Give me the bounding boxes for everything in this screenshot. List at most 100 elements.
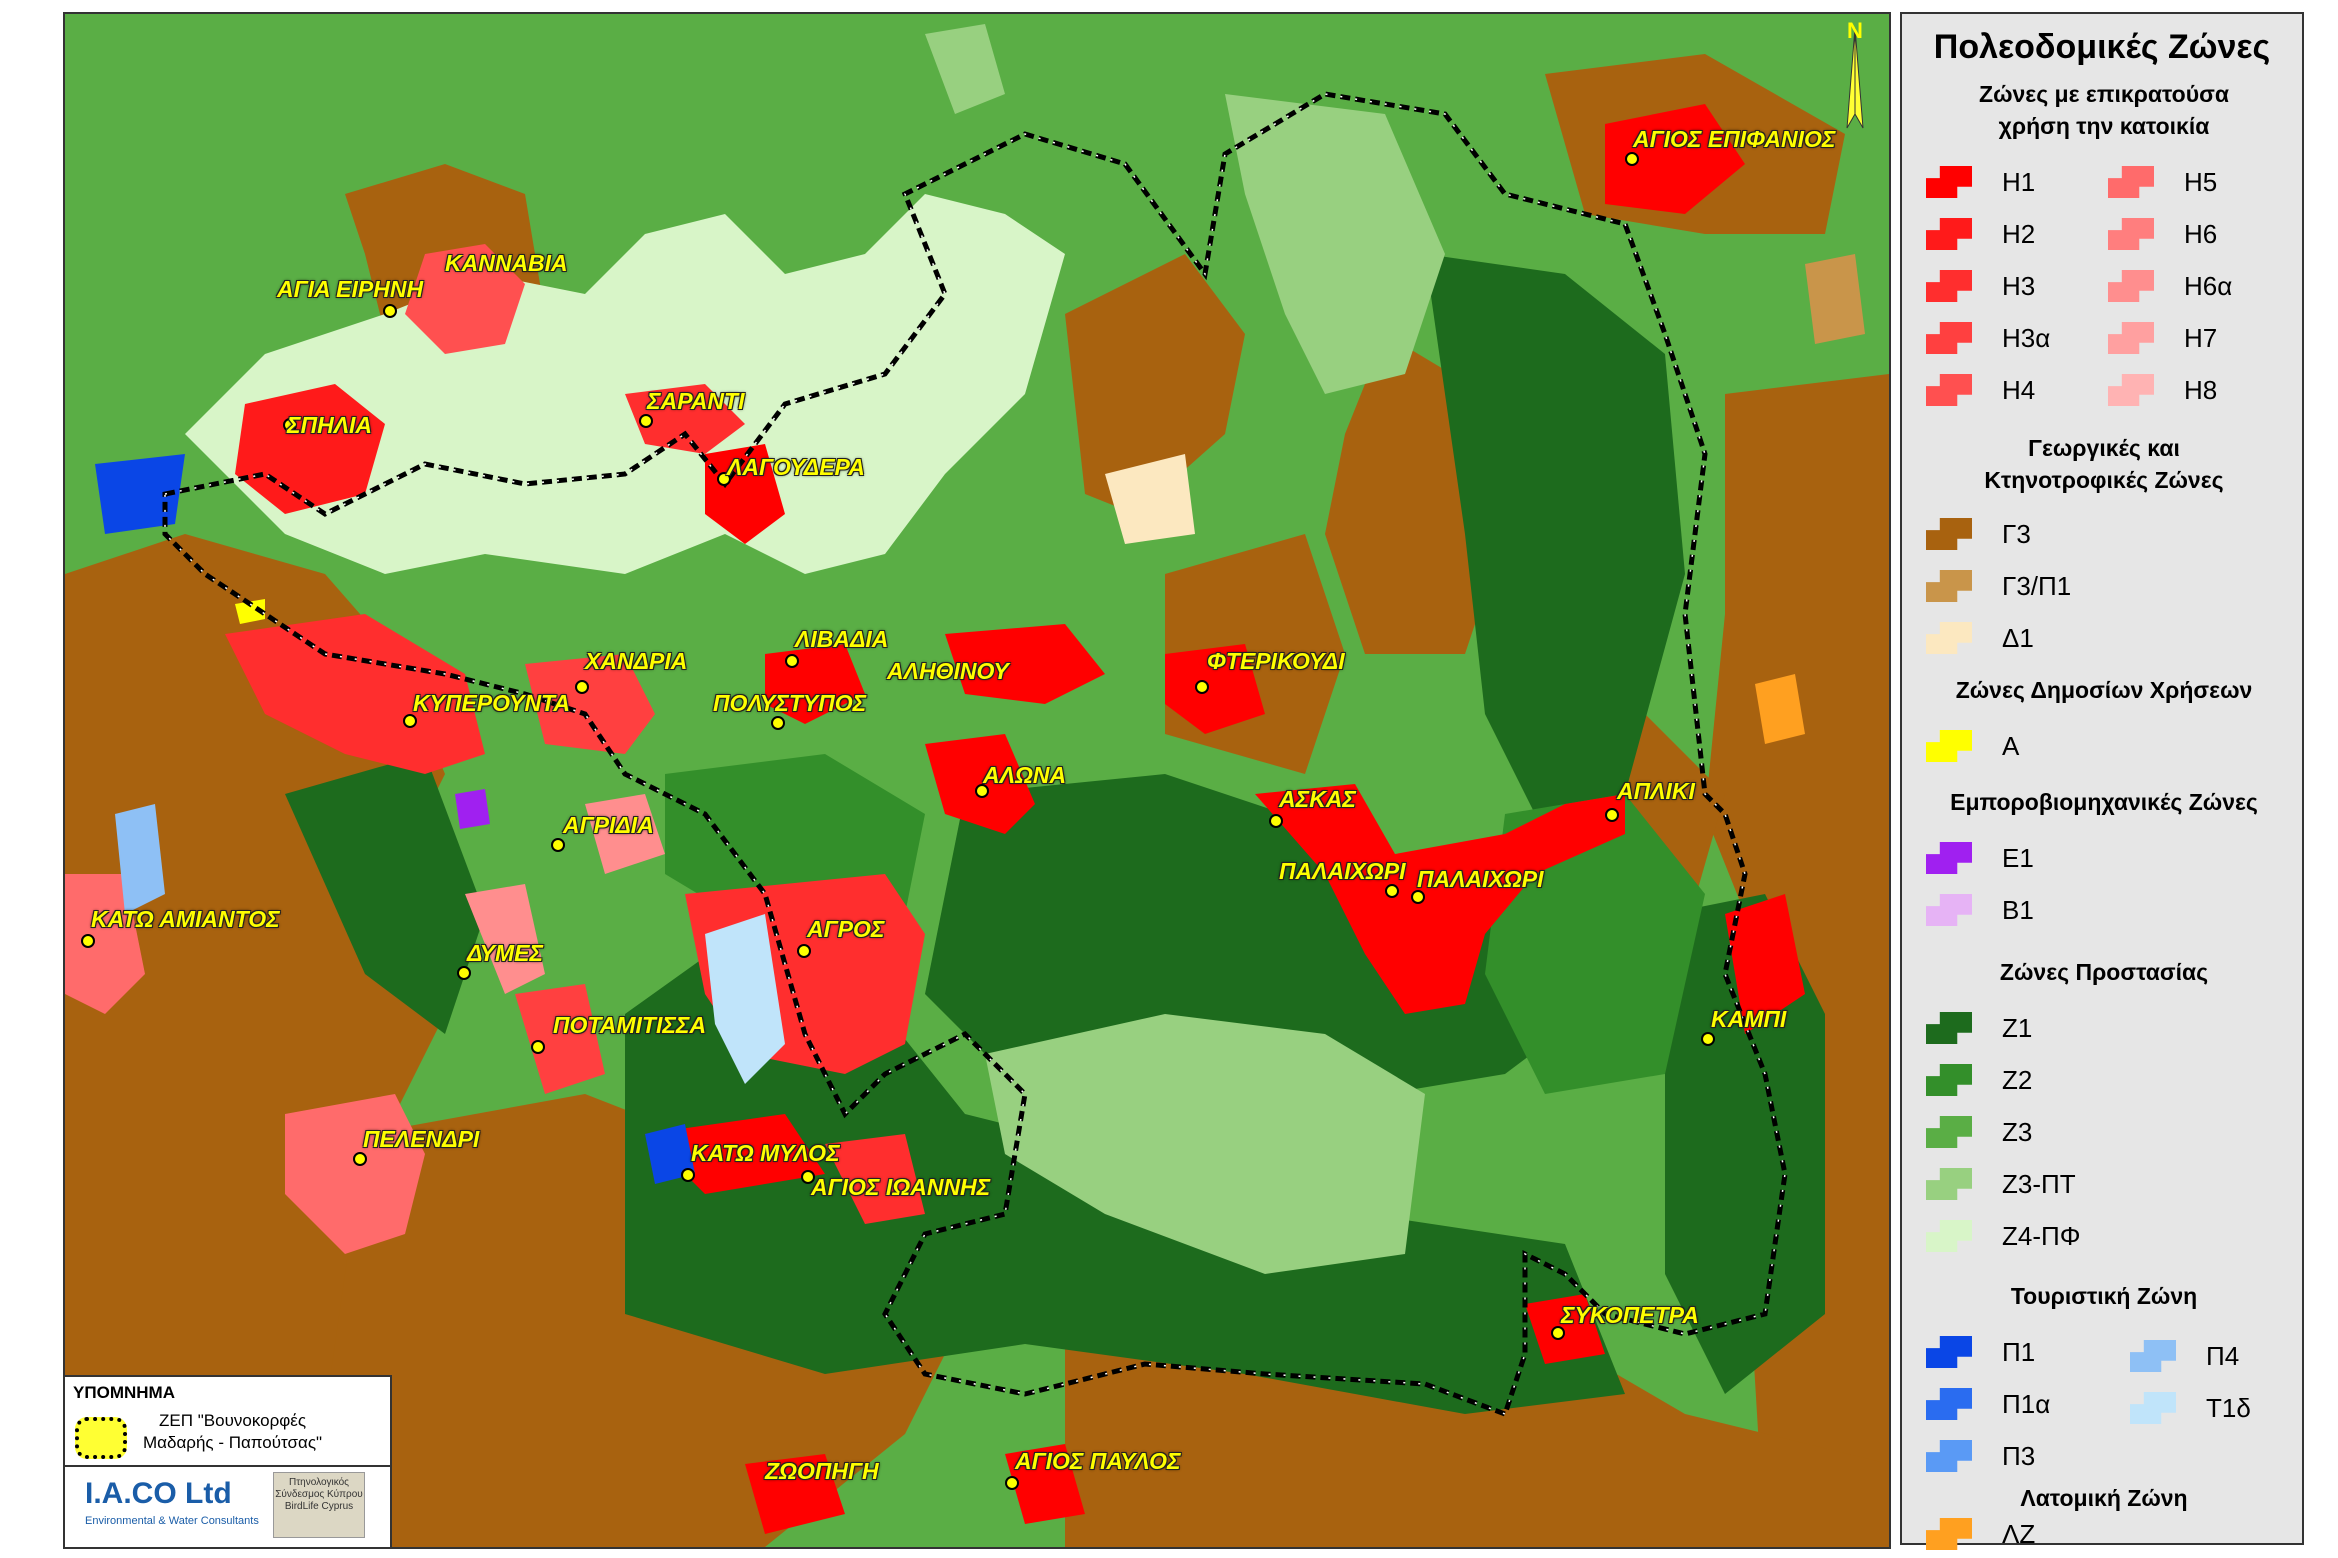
legend-group-heading: Εμποροβιομηχανικές Ζώνες: [1950, 789, 2258, 815]
legend-item: Η1: [1926, 162, 2035, 202]
legend-item: Η4: [1926, 370, 2035, 410]
legend-swatch: [1926, 1012, 1972, 1044]
place-label: ΠΟΤΑΜΙΤΙΣΣΑ: [553, 1012, 707, 1038]
legend-title: Πολεοδομικές Ζώνες: [1933, 28, 2271, 66]
zep-label: ΖΕΠ "Βουνοκορφές Μαδαρής - Παπούτσας": [143, 1411, 323, 1452]
legend-group-heading: Γεωργικές και Κτηνοτροφικές Ζώνες: [1984, 435, 2224, 493]
legend-item: Η3α: [1926, 318, 2050, 358]
legend-swatch: [2108, 374, 2154, 406]
legend-item: Ζ1: [1926, 1008, 2032, 1048]
village-marker: [383, 304, 397, 318]
legend-swatch: [1926, 218, 1972, 250]
legend-group-heading: Ζώνες με επικρατούσα χρήση την κατοικία: [1979, 81, 2229, 139]
place-label: ΑΓΙΟΣ ΙΩΑΝΝΗΣ: [811, 1174, 991, 1200]
legend-swatch: [2130, 1340, 2176, 1372]
legend-swatch: [1926, 1064, 1972, 1096]
legend-swatch: [1926, 1336, 1972, 1368]
legend-item: Γ3: [1926, 514, 2031, 554]
village-marker: [797, 944, 811, 958]
legend-swatch: [1926, 1440, 1972, 1472]
legend-swatch: [1926, 1518, 1972, 1550]
legend-swatch: [2108, 270, 2154, 302]
birdlife-logo: Πτηνολογικός Σύνδεσμος Κύπρου BirdLife C…: [273, 1472, 365, 1538]
place-label: ΑΓΙΟΣ ΕΠΙΦΑΝΙΟΣ: [1633, 126, 1836, 152]
legend-swatch: [1926, 374, 1972, 406]
village-marker: [1701, 1032, 1715, 1046]
legend-item: Η3: [1926, 266, 2035, 306]
legend-item: Β1: [1926, 890, 2034, 930]
legend-item: Ζ4-ΠΦ: [1926, 1216, 2081, 1256]
legend-swatch: [1926, 166, 1972, 198]
legend-item: Π1: [1926, 1332, 2035, 1372]
place-label: ΚΑΤΩ ΑΜΙΑΝΤΟΣ: [91, 906, 280, 932]
place-label: ΠΟΛΥΣΤΥΠΟΣ: [713, 690, 867, 716]
inset-legend: ΥΠΟΜΝΗΜΑ ΖΕΠ "Βουνοκορφές Μαδαρής - Παπο…: [63, 1375, 392, 1549]
village-marker: [1385, 884, 1399, 898]
village-marker: [639, 414, 653, 428]
legend-swatch: [2130, 1392, 2176, 1424]
legend-item: Η7: [2108, 318, 2217, 358]
legend-item: Δ1: [1926, 618, 2034, 658]
zep-boundary-icon: [75, 1417, 127, 1459]
inset-title: ΥΠΟΜΝΗΜΑ: [73, 1383, 175, 1402]
legend-item: Π3: [1926, 1436, 2035, 1476]
legend-item: Ζ2: [1926, 1060, 2032, 1100]
legend-item: Π4: [2130, 1336, 2239, 1376]
place-label: ΔΥΜΕΣ: [467, 940, 544, 966]
legend-group-heading: Τουριστική Ζώνη: [2010, 1283, 2198, 1309]
map-canvas[interactable]: ΚΑΝΝΑΒΙΑ ΑΓΙΑ ΕΙΡΗΝΗ ΣΠΗΛΙΑ ΣΑΡΑΝΤΙ ΛΑΓΟ…: [63, 12, 1891, 1549]
legend-item: Ζ3: [1926, 1112, 2032, 1152]
legend-item: Η5: [2108, 162, 2217, 202]
place-label: ΖΩΟΠΗΓΗ: [765, 1458, 879, 1484]
village-marker: [531, 1040, 545, 1054]
legend-item: Η6: [2108, 214, 2217, 254]
village-marker: [575, 680, 589, 694]
place-label: ΦΤΕΡΙΚΟΥΔΙ: [1207, 648, 1345, 674]
place-label: ΑΓΙΟΣ ΠΑΥΛΟΣ: [1015, 1448, 1181, 1474]
place-label: ΑΓΡΙΔΙΑ: [563, 812, 654, 838]
legend-swatch: [1926, 1388, 1972, 1420]
divider: [65, 1465, 390, 1467]
place-label: ΠΑΛΑΙΧΩΡΙ: [1279, 858, 1406, 884]
place-label: ΛΑΓΟΥΔΕΡΑ: [727, 454, 865, 480]
legend-item: Π1α: [1926, 1384, 2050, 1424]
legend-item: Η8: [2108, 370, 2217, 410]
place-label: ΛΙΒΑΔΙΑ: [795, 626, 889, 652]
place-label: ΑΣΚΑΣ: [1279, 786, 1356, 812]
place-label: ΣΥΚΟΠΕΤΡΑ: [1561, 1302, 1699, 1328]
legend-swatch: [1926, 730, 1972, 762]
legend-swatch: [1926, 894, 1972, 926]
north-label: N: [1847, 18, 1863, 43]
place-label: ΑΓΙΑ ΕΙΡΗΝΗ: [277, 276, 424, 302]
place-label: ΠΑΛΑΙΧΩΡΙ: [1417, 866, 1544, 892]
legend-swatch: [1926, 842, 1972, 874]
village-marker: [457, 966, 471, 980]
village-marker: [1195, 680, 1209, 694]
village-marker: [353, 1152, 367, 1166]
legend-item: Α: [1926, 726, 2019, 766]
place-label: ΑΛΗΘΙΝΟΥ: [887, 658, 1009, 684]
north-arrow-icon: N: [1835, 18, 1875, 138]
village-marker: [771, 716, 785, 730]
legend-swatch: [1926, 622, 1972, 654]
legend-swatch: [1926, 1220, 1972, 1252]
legend-swatch: [2108, 166, 2154, 198]
legend-swatch: [1926, 570, 1972, 602]
place-label: ΚΑΜΠΙ: [1711, 1006, 1787, 1032]
place-label: ΣΠΗΛΙΑ: [287, 412, 373, 438]
legend-item: Η2: [1926, 214, 2035, 254]
iaco-logo-subtitle: Environmental & Water Consultants: [85, 1515, 259, 1527]
place-label: ΚΥΠΕΡΟΥΝΤΑ: [413, 690, 571, 716]
legend-panel: Πολεοδομικές Ζώνες Ζώνες με επικρατούσα …: [1900, 12, 2304, 1550]
village-marker: [681, 1168, 695, 1182]
legend-group-heading: Ζώνες Δημοσίων Χρήσεων: [1955, 677, 2253, 703]
village-marker: [551, 838, 565, 852]
legend-item: Τ1δ: [2130, 1388, 2251, 1428]
legend-item: Ε1: [1926, 838, 2034, 878]
village-marker: [1005, 1476, 1019, 1490]
place-label: ΚΑΤΩ ΜΥΛΟΣ: [691, 1140, 840, 1166]
village-marker: [1269, 814, 1283, 828]
legend-item: Ζ3-ΠΤ: [1926, 1164, 2076, 1204]
legend-item: Γ3/Π1: [1926, 566, 2071, 606]
legend-group-heading: Ζώνες Προστασίας: [1999, 959, 2209, 985]
